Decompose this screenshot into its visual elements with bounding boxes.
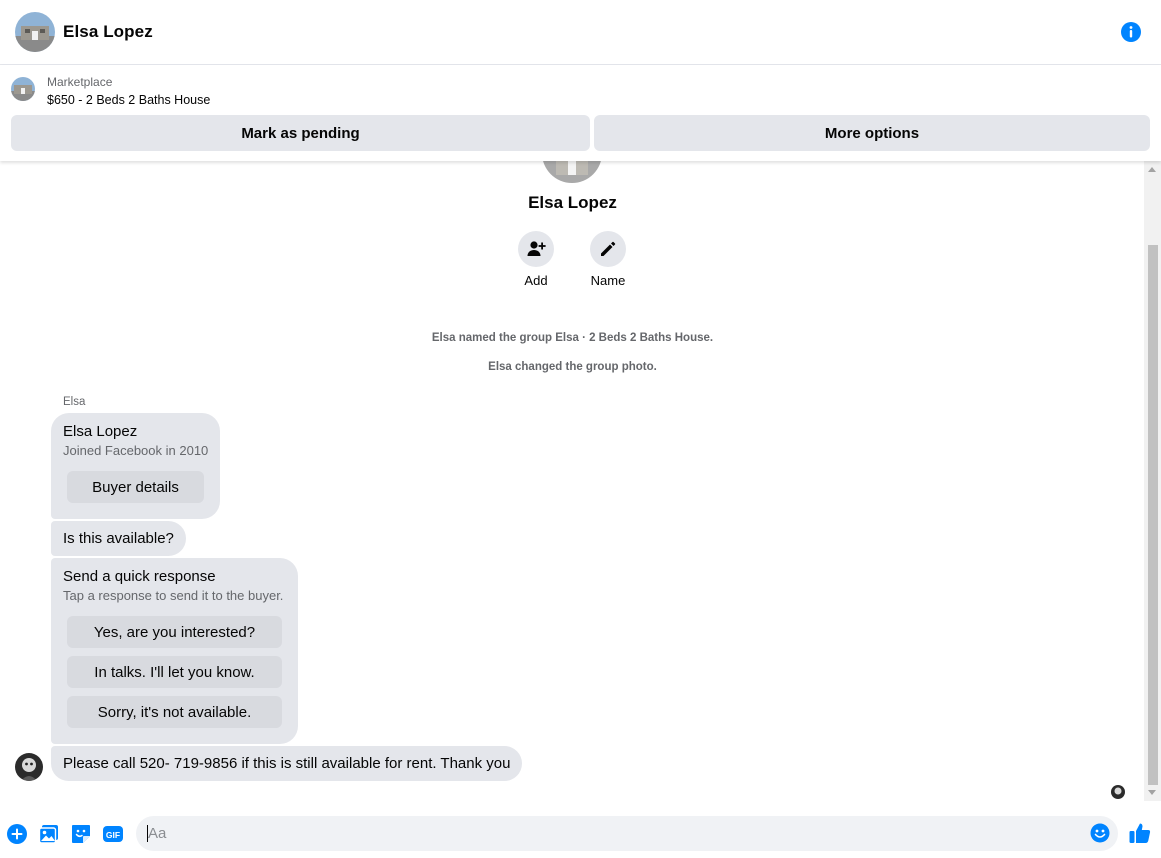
add-person-icon xyxy=(527,241,546,256)
quick-response-card: Send a quick response Tap a response to … xyxy=(51,558,298,744)
quick-response-subtitle: Tap a response to send it to the buyer. xyxy=(63,588,284,603)
scroll-up-arrow-icon[interactable] xyxy=(1148,167,1156,172)
quick-response-option[interactable]: Sorry, it's not available. xyxy=(67,696,282,728)
conversation-header: Elsa Lopez xyxy=(0,0,1161,65)
group-photo xyxy=(542,161,602,183)
plus-circle-icon[interactable] xyxy=(6,823,28,845)
thumbs-up-icon[interactable] xyxy=(1128,821,1152,845)
contact-avatar[interactable] xyxy=(15,12,55,52)
add-action-label: Add xyxy=(524,273,548,288)
photo-icon[interactable] xyxy=(38,823,60,845)
profile-name: Elsa Lopez xyxy=(528,193,617,212)
listing-thumbnail[interactable] xyxy=(11,77,35,101)
buyer-joined-date: Joined Facebook in 2010 xyxy=(63,443,209,458)
sender-label: Elsa xyxy=(63,396,86,408)
message-bubble: Please call 520- 719-9856 if this is sti… xyxy=(51,746,523,781)
marketplace-listing-bar: Marketplace $650 - 2 Beds 2 Baths House … xyxy=(0,65,1161,161)
scroll-down-arrow-icon[interactable] xyxy=(1148,790,1156,795)
message-thread[interactable]: Elsa Lopez Add Name Elsa named the group… xyxy=(0,161,1161,801)
name-group-action[interactable]: Name xyxy=(578,231,638,288)
pencil-icon xyxy=(601,241,616,256)
mark-as-pending-button[interactable]: Mark as pending xyxy=(11,115,590,151)
quick-response-option[interactable]: In talks. I'll let you know. xyxy=(67,656,282,688)
info-icon[interactable] xyxy=(1121,22,1141,42)
svg-text:GIF: GIF xyxy=(106,830,120,840)
contact-name[interactable]: Elsa Lopez xyxy=(63,22,153,42)
buyer-profile-card: Elsa Lopez Joined Facebook in 2010 Buyer… xyxy=(51,413,220,519)
gif-icon[interactable]: GIF xyxy=(102,823,124,845)
system-message: Elsa changed the group photo. xyxy=(488,361,657,373)
listing-title[interactable]: $650 - 2 Beds 2 Baths House xyxy=(47,93,210,107)
thread-scrollbar[interactable] xyxy=(1144,161,1161,801)
more-options-button[interactable]: More options xyxy=(594,115,1150,151)
message-bubble: Is this available? xyxy=(51,521,186,556)
system-message: Elsa named the group Elsa · 2 Beds 2 Bat… xyxy=(431,332,714,344)
quick-response-option[interactable]: Yes, are you interested? xyxy=(67,616,282,648)
buyer-details-button[interactable]: Buyer details xyxy=(67,471,204,503)
sticker-icon[interactable] xyxy=(70,823,92,845)
message-composer: GIF xyxy=(0,801,1161,858)
emoji-icon[interactable] xyxy=(1090,823,1110,843)
buyer-name: Elsa Lopez xyxy=(63,423,138,440)
read-receipt-avatar xyxy=(1111,785,1125,799)
text-cursor xyxy=(147,825,148,842)
message-input[interactable] xyxy=(136,816,1118,851)
sender-avatar[interactable] xyxy=(15,753,43,781)
add-people-action[interactable]: Add xyxy=(506,231,566,288)
listing-category-label: Marketplace xyxy=(47,75,113,89)
quick-response-title: Send a quick response xyxy=(63,568,216,585)
scrollbar-thumb[interactable] xyxy=(1148,245,1158,785)
name-action-label: Name xyxy=(590,273,626,288)
